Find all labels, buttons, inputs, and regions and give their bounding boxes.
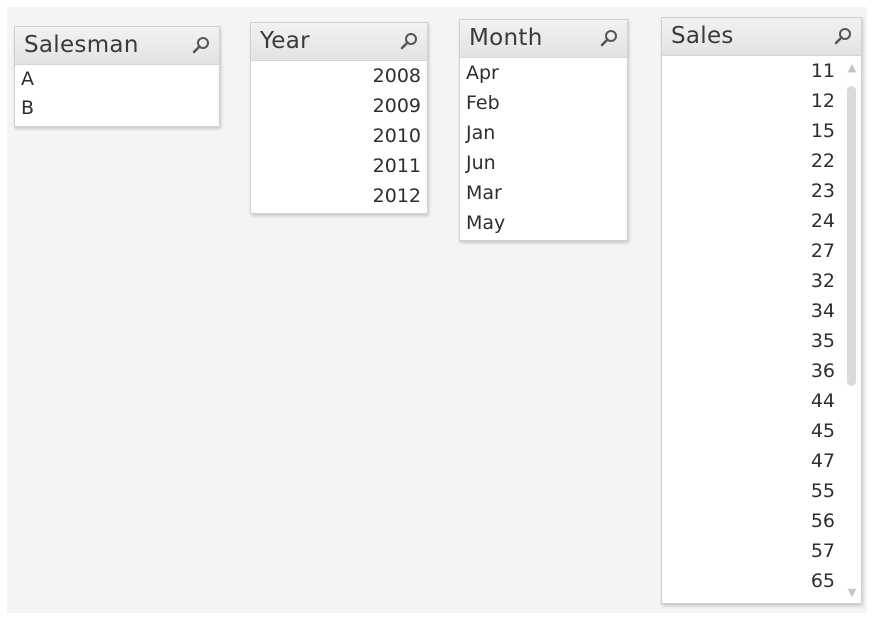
list-item[interactable]: B xyxy=(15,94,219,123)
list-item[interactable]: Jun xyxy=(460,148,627,178)
list-item[interactable]: 44 xyxy=(662,386,841,416)
scroll-down-arrow-icon[interactable]: ▼ xyxy=(846,587,858,599)
listbox-month[interactable]: Month Apr Feb Jan Jun Mar May xyxy=(459,19,628,241)
listbox-title: Salesman xyxy=(24,32,139,58)
listbox-year[interactable]: Year 2008 2009 2010 2011 2012 xyxy=(250,22,428,214)
scrollbar-thumb[interactable] xyxy=(847,86,856,386)
list-item[interactable]: 47 xyxy=(662,446,841,476)
list-item[interactable]: 2010 xyxy=(251,121,427,151)
listbox-items: Apr Feb Jan Jun Mar May xyxy=(460,58,627,238)
listbox-items: A B xyxy=(15,65,219,123)
list-item[interactable]: Feb xyxy=(460,88,627,118)
listbox-title: Month xyxy=(469,25,543,51)
list-item[interactable]: Mar xyxy=(460,178,627,208)
list-item[interactable]: 2012 xyxy=(251,181,427,211)
list-item[interactable]: May xyxy=(460,208,627,238)
list-item[interactable]: 22 xyxy=(662,146,841,176)
list-item[interactable]: A xyxy=(15,65,219,94)
listbox-header[interactable]: Year xyxy=(251,23,427,61)
vertical-scrollbar[interactable]: ▲ ▼ xyxy=(845,58,859,601)
listbox-items: 2008 2009 2010 2011 2012 xyxy=(251,61,427,211)
list-item[interactable]: 65 xyxy=(662,566,841,596)
list-item[interactable]: 32 xyxy=(662,266,841,296)
list-item[interactable]: 27 xyxy=(662,236,841,266)
scroll-up-arrow-icon[interactable]: ▲ xyxy=(846,62,858,74)
list-item[interactable]: 55 xyxy=(662,476,841,506)
listbox-title: Sales xyxy=(671,23,734,49)
list-item[interactable]: 11 xyxy=(662,56,841,86)
listbox-items: 11 12 15 22 23 24 27 32 34 35 36 44 45 4… xyxy=(662,56,861,596)
list-item[interactable]: 2011 xyxy=(251,151,427,181)
listbox-title: Year xyxy=(260,28,310,54)
search-icon[interactable] xyxy=(399,32,419,52)
sheet-canvas: Salesman A B Year 2008 2009 2010 2011 20… xyxy=(7,7,867,613)
list-item[interactable]: 2009 xyxy=(251,91,427,121)
list-item[interactable]: 23 xyxy=(662,176,841,206)
list-item[interactable]: 36 xyxy=(662,356,841,386)
list-item[interactable]: 24 xyxy=(662,206,841,236)
list-item[interactable]: 15 xyxy=(662,116,841,146)
list-item[interactable]: 45 xyxy=(662,416,841,446)
list-item[interactable]: 2008 xyxy=(251,61,427,91)
list-item[interactable]: 35 xyxy=(662,326,841,356)
list-item[interactable]: Apr xyxy=(460,58,627,88)
list-item[interactable]: 12 xyxy=(662,86,841,116)
listbox-sales[interactable]: Sales 11 12 15 22 23 24 27 32 34 35 36 4… xyxy=(661,17,862,604)
search-icon[interactable] xyxy=(833,27,853,47)
listbox-header[interactable]: Sales xyxy=(662,18,861,56)
search-icon[interactable] xyxy=(191,36,211,56)
list-item[interactable]: Jan xyxy=(460,118,627,148)
listbox-header[interactable]: Month xyxy=(460,20,627,58)
listbox-salesman[interactable]: Salesman A B xyxy=(14,26,220,127)
list-item[interactable]: 56 xyxy=(662,506,841,536)
list-item[interactable]: 34 xyxy=(662,296,841,326)
list-item[interactable]: 57 xyxy=(662,536,841,566)
listbox-header[interactable]: Salesman xyxy=(15,27,219,65)
search-icon[interactable] xyxy=(599,29,619,49)
